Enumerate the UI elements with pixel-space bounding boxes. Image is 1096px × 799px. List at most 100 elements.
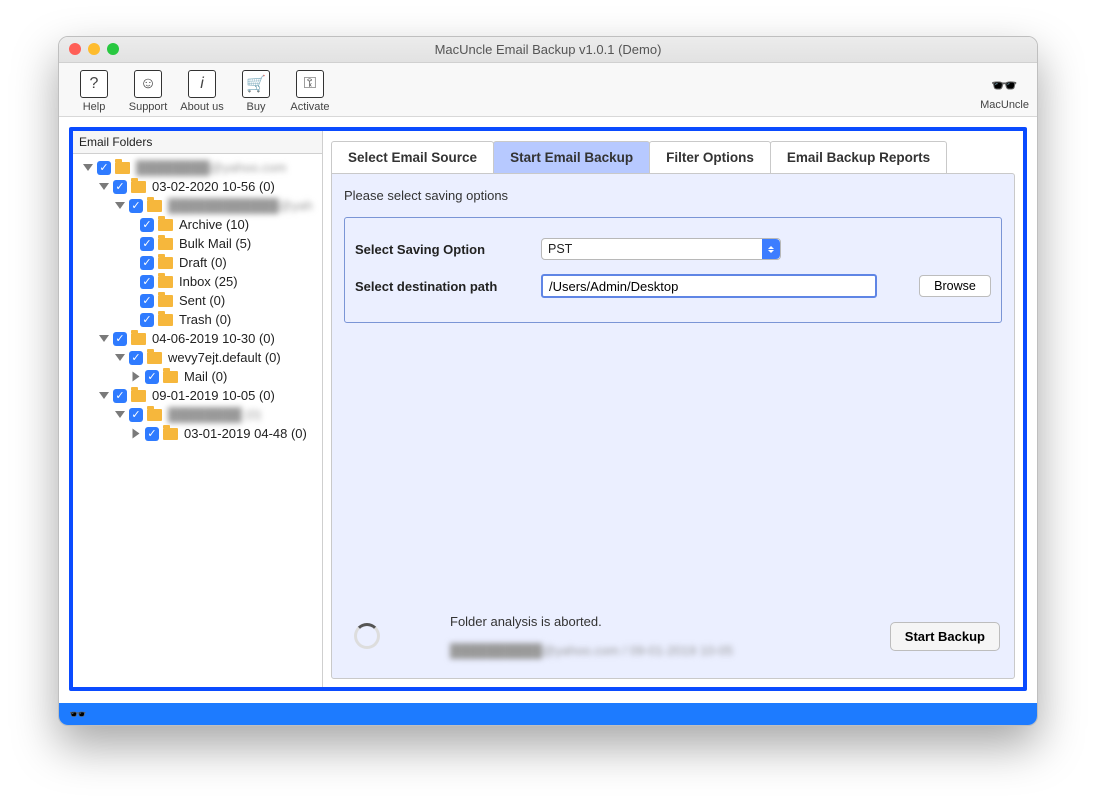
disclosure-icon[interactable] (115, 411, 125, 418)
tree-item[interactable]: ✓ ████████ (0) (77, 405, 322, 424)
folder-icon (163, 371, 178, 383)
tree-item[interactable]: ✓ Inbox (25) (77, 272, 322, 291)
tree-label: Bulk Mail (5) (179, 236, 251, 251)
disclosure-icon[interactable] (133, 372, 140, 382)
brand-logo: 🕶️ MacUncle (980, 73, 1029, 111)
checkbox[interactable]: ✓ (129, 408, 143, 422)
browse-button[interactable]: Browse (919, 275, 991, 297)
brand-icon: 🕶️ (991, 73, 1018, 99)
folder-icon (115, 162, 130, 174)
tab-select-source[interactable]: Select Email Source (331, 141, 494, 173)
tree-item[interactable]: ✓ ████████████@yah (77, 196, 322, 215)
toolbar: ? Help ☺ Support i About us 🛒 Buy ⚿ Acti… (59, 63, 1037, 117)
tree-label: Archive (10) (179, 217, 249, 232)
tree-item[interactable]: ✓ 04-06-2019 10-30 (0) (77, 329, 322, 348)
buy-icon: 🛒 (242, 70, 270, 98)
tree-label: 03-01-2019 04-48 (0) (184, 426, 307, 441)
tree-label: ████████@yahoo.com (136, 160, 286, 175)
checkbox[interactable]: ✓ (140, 237, 154, 251)
spinner-icon (354, 623, 380, 649)
tree-item[interactable]: ✓ 03-01-2019 04-48 (0) (77, 424, 322, 443)
disclosure-icon[interactable] (99, 183, 109, 190)
buy-button[interactable]: 🛒 Buy (229, 70, 283, 113)
checkbox[interactable]: ✓ (140, 256, 154, 270)
destination-path-input[interactable] (541, 274, 877, 298)
folder-icon (147, 352, 162, 364)
tree-label: 03-02-2020 10-56 (0) (152, 179, 275, 194)
tab-reports[interactable]: Email Backup Reports (770, 141, 947, 173)
checkbox[interactable]: ✓ (113, 389, 127, 403)
checkbox[interactable]: ✓ (145, 427, 159, 441)
checkbox[interactable]: ✓ (129, 351, 143, 365)
help-icon: ? (80, 70, 108, 98)
about-icon: i (188, 70, 216, 98)
app-window: MacUncle Email Backup v1.0.1 (Demo) ? He… (58, 36, 1038, 726)
zoom-window-button[interactable] (107, 43, 119, 55)
tree-item[interactable]: ✓ 03-02-2020 10-56 (0) (77, 177, 322, 196)
tree-label: Sent (0) (179, 293, 225, 308)
disclosure-icon[interactable] (115, 202, 125, 209)
disclosure-icon[interactable] (133, 429, 140, 439)
about-button[interactable]: i About us (175, 70, 229, 113)
tree-label: wevy7ejt.default (0) (168, 350, 281, 365)
saving-option-label: Select Saving Option (355, 242, 541, 257)
options-group: Select Saving Option PST Select destinat… (344, 217, 1002, 323)
disclosure-icon[interactable] (83, 164, 93, 171)
tab-bar: Select Email Source Start Email Backup F… (331, 141, 1015, 173)
checkbox[interactable]: ✓ (140, 275, 154, 289)
folder-tree[interactable]: ✓ ████████@yahoo.com ✓ 03-02-2020 10-56 … (73, 154, 322, 687)
tree-item[interactable]: ✓ 09-01-2019 10-05 (0) (77, 386, 322, 405)
tree-item[interactable]: ✓ wevy7ejt.default (0) (77, 348, 322, 367)
folder-icon (158, 257, 173, 269)
start-backup-button[interactable]: Start Backup (890, 622, 1000, 651)
tab-filter-options[interactable]: Filter Options (649, 141, 771, 173)
activate-button[interactable]: ⚿ Activate (283, 70, 337, 113)
folder-icon (147, 409, 162, 421)
checkbox[interactable]: ✓ (129, 199, 143, 213)
minimize-window-button[interactable] (88, 43, 100, 55)
checkbox[interactable]: ✓ (140, 294, 154, 308)
checkbox[interactable]: ✓ (140, 313, 154, 327)
brand-name: MacUncle (980, 99, 1029, 111)
tree-item[interactable]: ✓Draft (0) (77, 253, 322, 272)
help-button[interactable]: ? Help (67, 70, 121, 113)
tree-label: ████████ (0) (168, 407, 261, 422)
checkbox[interactable]: ✓ (113, 332, 127, 346)
tree-root[interactable]: ✓ ████████@yahoo.com (77, 158, 322, 177)
checkbox[interactable]: ✓ (145, 370, 159, 384)
sidebar: Email Folders ✓ ████████@yahoo.com ✓ 03-… (73, 131, 323, 687)
tree-item[interactable]: ✓ Bulk Mail (5) (77, 234, 322, 253)
saving-option-value: PST (548, 242, 572, 256)
activate-icon: ⚿ (296, 70, 324, 98)
select-arrow-icon (762, 239, 780, 259)
tree-item[interactable]: ✓ Sent (0) (77, 291, 322, 310)
content-panel: Select Email Source Start Email Backup F… (323, 131, 1023, 687)
checkbox[interactable]: ✓ (140, 218, 154, 232)
checkbox[interactable]: ✓ (113, 180, 127, 194)
tab-start-backup[interactable]: Start Email Backup (493, 141, 650, 173)
disclosure-icon[interactable] (115, 354, 125, 361)
support-button[interactable]: ☺ Support (121, 70, 175, 113)
about-label: About us (180, 101, 223, 113)
support-label: Support (129, 101, 168, 113)
folder-icon (158, 219, 173, 231)
tree-item[interactable]: ✓ Trash (0) (77, 310, 322, 329)
close-window-button[interactable] (69, 43, 81, 55)
folder-icon (131, 181, 146, 193)
disclosure-icon[interactable] (99, 392, 109, 399)
checkbox[interactable]: ✓ (97, 161, 111, 175)
folder-icon (158, 314, 173, 326)
tree-label: Trash (0) (179, 312, 231, 327)
folder-icon (158, 238, 173, 250)
tree-label: Inbox (25) (179, 274, 238, 289)
tree-label: ████████████@yah (168, 198, 313, 213)
window-title: MacUncle Email Backup v1.0.1 (Demo) (435, 42, 662, 57)
tree-item[interactable]: ✓ Archive (10) (77, 215, 322, 234)
disclosure-icon[interactable] (99, 335, 109, 342)
statusbar-icon: 🕶️ (69, 706, 86, 723)
folder-icon (131, 333, 146, 345)
saving-option-select[interactable]: PST (541, 238, 781, 260)
main-frame: Email Folders ✓ ████████@yahoo.com ✓ 03-… (69, 127, 1027, 691)
tree-item[interactable]: ✓ Mail (0) (77, 367, 322, 386)
window-controls (69, 43, 119, 55)
